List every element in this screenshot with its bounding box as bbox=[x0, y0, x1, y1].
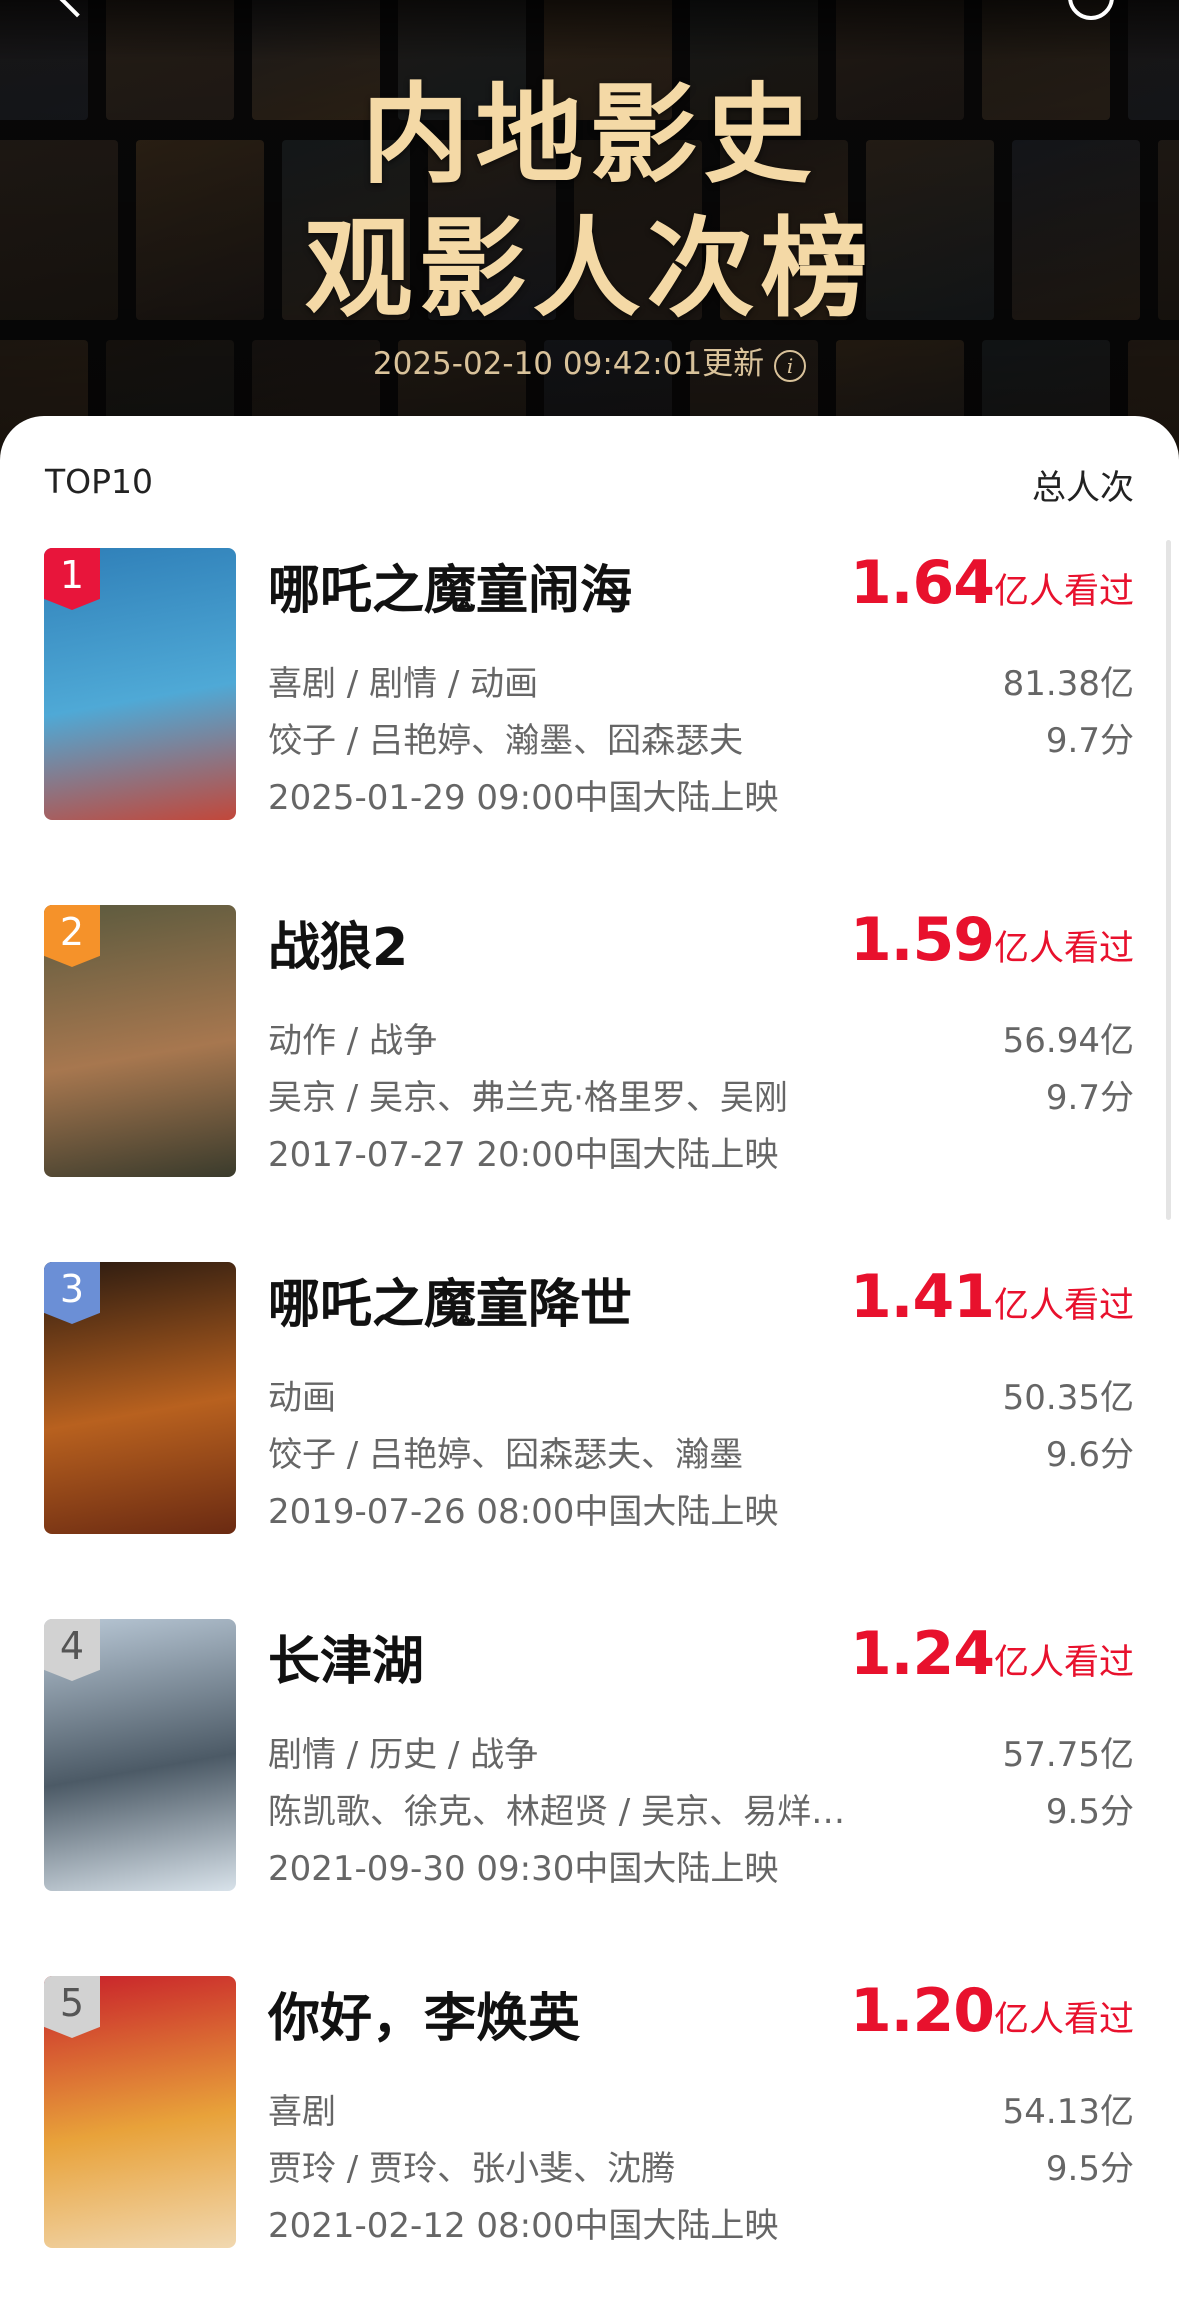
movie-score: 9.5分 bbox=[1045, 2149, 1134, 2189]
total-viewers-label: 总人次 bbox=[1032, 468, 1134, 508]
box-office: 50.35亿 bbox=[1002, 1378, 1134, 1418]
update-time-row: 2025-02-10 09:42:01更新 i bbox=[0, 338, 1179, 383]
rank-badge: 5 bbox=[44, 1976, 100, 2038]
movie-score: 9.7分 bbox=[1045, 1078, 1134, 1118]
movie-row-5[interactable]: 5 你好，李焕英 1.20亿人看过 喜剧 贾玲 / 贾玲、张小斐、沈腾 2021… bbox=[0, 1976, 1179, 2256]
movie-genre: 喜剧 bbox=[268, 2092, 336, 2132]
movie-row-4[interactable]: 4 长津湖 1.24亿人看过 剧情 / 历史 / 战争 陈凯歌、徐克、林超贤 /… bbox=[0, 1619, 1179, 1899]
movie-cast: 贾玲 / 贾玲、张小斐、沈腾 bbox=[268, 2149, 676, 2189]
box-office: 56.94亿 bbox=[1002, 1021, 1134, 1061]
movie-cast: 饺子 / 吕艳婷、囧森瑟夫、瀚墨 bbox=[268, 1435, 744, 1475]
movie-title[interactable]: 哪吒之魔童闹海 bbox=[268, 548, 632, 623]
viewer-count-number: 1.20 bbox=[849, 1976, 995, 2046]
movie-title[interactable]: 你好，李焕英 bbox=[268, 1976, 580, 2051]
movie-title[interactable]: 哪吒之魔童降世 bbox=[268, 1262, 632, 1337]
viewer-count-number: 1.64 bbox=[849, 548, 995, 618]
viewer-count-unit: 亿人看过 bbox=[993, 572, 1134, 612]
viewer-count-number: 1.41 bbox=[849, 1262, 995, 1332]
viewer-count-unit: 亿人看过 bbox=[993, 1643, 1134, 1683]
movie-release: 2021-09-30 09:30中国大陆上映 bbox=[268, 1849, 779, 1889]
viewer-count: 1.59亿人看过 bbox=[850, 905, 1134, 975]
page-title-line2: 观影人次榜 bbox=[304, 207, 875, 332]
movie-cast: 吴京 / 吴京、弗兰克·格里罗、吴刚 bbox=[268, 1078, 788, 1118]
viewer-count: 1.24亿人看过 bbox=[850, 1619, 1134, 1689]
viewer-count-unit: 亿人看过 bbox=[993, 929, 1134, 969]
movie-score: 9.6分 bbox=[1045, 1435, 1134, 1475]
movie-cast: 饺子 / 吕艳婷、瀚墨、囧森瑟夫 bbox=[268, 721, 744, 761]
movie-release: 2025-01-29 09:00中国大陆上映 bbox=[268, 778, 779, 818]
update-time: 2025-02-10 09:42:01更新 bbox=[372, 346, 765, 382]
page-title-line1: 内地影史 bbox=[361, 73, 818, 198]
header-banner: 内地影史 观影人次榜 2025-02-10 09:42:01更新 i bbox=[0, 0, 1179, 470]
movie-title[interactable]: 长津湖 bbox=[268, 1619, 424, 1694]
viewer-count: 1.20亿人看过 bbox=[850, 1976, 1134, 2046]
movie-release: 2017-07-27 20:00中国大陆上映 bbox=[268, 1135, 779, 1175]
viewer-count-unit: 亿人看过 bbox=[993, 2000, 1134, 2040]
movie-genre: 动画 bbox=[268, 1378, 336, 1418]
movie-row-2[interactable]: 2 战狼2 1.59亿人看过 动作 / 战争 吴京 / 吴京、弗兰克·格里罗、吴… bbox=[0, 905, 1179, 1185]
movie-release: 2019-07-26 08:00中国大陆上映 bbox=[268, 1492, 779, 1532]
movie-row-1[interactable]: 1 哪吒之魔童闹海 1.64亿人看过 喜剧 / 剧情 / 动画 饺子 / 吕艳婷… bbox=[0, 548, 1179, 828]
movie-genre: 喜剧 / 剧情 / 动画 bbox=[268, 664, 539, 704]
viewer-count-number: 1.24 bbox=[849, 1619, 995, 1689]
box-office: 54.13亿 bbox=[1002, 2092, 1134, 2132]
rank-badge: 2 bbox=[44, 905, 100, 967]
list-heading: TOP10 bbox=[45, 462, 154, 501]
info-icon[interactable]: i bbox=[774, 349, 807, 382]
rank-badge: 3 bbox=[44, 1262, 100, 1324]
movie-row-3[interactable]: 3 哪吒之魔童降世 1.41亿人看过 动画 饺子 / 吕艳婷、囧森瑟夫、瀚墨 2… bbox=[0, 1262, 1179, 1542]
viewer-count-number: 1.59 bbox=[849, 905, 995, 975]
movie-score: 9.5分 bbox=[1045, 1792, 1134, 1832]
viewer-count-unit: 亿人看过 bbox=[993, 1286, 1134, 1326]
viewer-count: 1.64亿人看过 bbox=[850, 548, 1134, 618]
movie-cast: 陈凯歌、徐克、林超贤 / 吴京、易烊千玺、段奕宏 bbox=[268, 1792, 868, 1832]
movie-genre: 动作 / 战争 bbox=[268, 1021, 438, 1061]
movie-release: 2021-02-12 08:00中国大陆上映 bbox=[268, 2206, 779, 2246]
viewer-count: 1.41亿人看过 bbox=[850, 1262, 1134, 1332]
rank-badge: 1 bbox=[44, 548, 100, 610]
box-office: 57.75亿 bbox=[1002, 1735, 1134, 1775]
movie-title[interactable]: 战狼2 bbox=[268, 905, 408, 980]
box-office: 81.38亿 bbox=[1002, 664, 1134, 704]
rank-badge: 4 bbox=[44, 1619, 100, 1681]
movie-score: 9.7分 bbox=[1045, 721, 1134, 761]
movie-genre: 剧情 / 历史 / 战争 bbox=[268, 1735, 539, 1775]
